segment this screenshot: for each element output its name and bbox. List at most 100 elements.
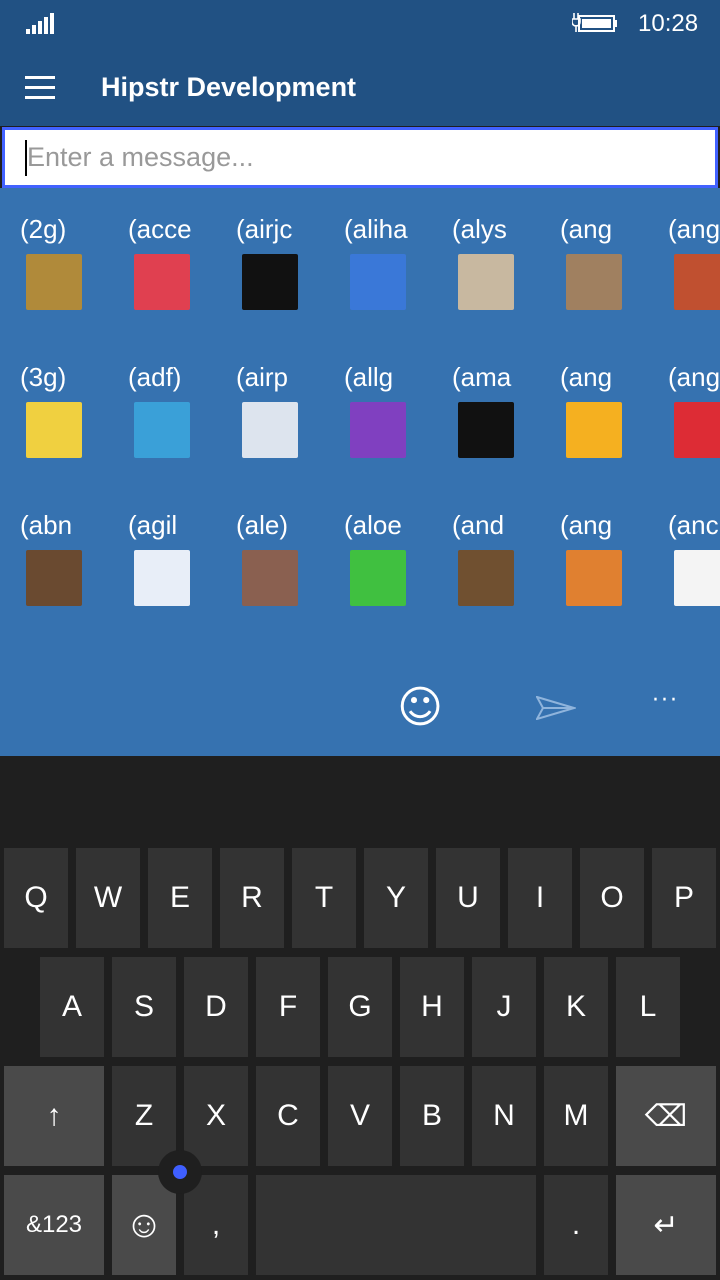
emoticon-item[interactable]: (allg: [344, 362, 444, 472]
emoticon-item[interactable]: (abn: [20, 510, 120, 620]
key-e[interactable]: E: [148, 848, 212, 948]
emoticon-item[interactable]: (ama: [452, 362, 552, 472]
key-m[interactable]: M: [544, 1066, 608, 1166]
emoticon-image: [458, 254, 514, 310]
emoticon-label: (aliha: [344, 214, 408, 244]
space-key[interactable]: [256, 1175, 536, 1275]
emoticon-label: (airjc: [236, 214, 293, 244]
period-key[interactable]: .: [544, 1175, 608, 1275]
signal-bars-icon: [26, 13, 56, 34]
backspace-key[interactable]: ⌫: [616, 1066, 716, 1166]
emoticon-image: [566, 254, 622, 310]
emoticon-image: [242, 254, 298, 310]
enter-key[interactable]: ↵: [616, 1175, 716, 1275]
message-placeholder: Enter a message...: [27, 142, 254, 172]
emoticon-item[interactable]: (anc: [668, 510, 720, 620]
emoticon-item[interactable]: (ang: [560, 214, 660, 324]
status-bar: 10:28: [0, 0, 720, 50]
emoticon-image: [350, 254, 406, 310]
key-i[interactable]: I: [508, 848, 572, 948]
key-n[interactable]: N: [472, 1066, 536, 1166]
emoticon-image: [350, 402, 406, 458]
emoticon-item[interactable]: (ang: [560, 510, 660, 620]
battery-charging-icon: [572, 13, 617, 32]
key-c[interactable]: C: [256, 1066, 320, 1166]
emoticon-item[interactable]: (aloe: [344, 510, 444, 620]
emoticon-image: [674, 550, 720, 606]
emoticon-item[interactable]: (adf): [128, 362, 228, 472]
key-f[interactable]: F: [256, 957, 320, 1057]
key-a[interactable]: A: [40, 957, 104, 1057]
emoticon-item[interactable]: (acce: [128, 214, 228, 324]
key-j[interactable]: J: [472, 957, 536, 1057]
key-q[interactable]: Q: [4, 848, 68, 948]
emoticon-image: [674, 402, 720, 458]
emoticon-item[interactable]: (ang: [668, 362, 720, 472]
emoticon-image: [26, 402, 82, 458]
key-x[interactable]: X: [184, 1066, 248, 1166]
send-icon[interactable]: [536, 696, 576, 720]
emoticon-label: (ang: [560, 362, 613, 392]
comma-key[interactable]: ,: [184, 1175, 248, 1275]
emoticon-item[interactable]: (airjc: [236, 214, 336, 324]
emoticon-image: [134, 254, 190, 310]
shift-key[interactable]: ↑: [4, 1066, 104, 1166]
emoticon-label: (ale): [236, 510, 289, 540]
emoticon-label: (anc: [668, 510, 719, 540]
emoticon-item[interactable]: (aliha: [344, 214, 444, 324]
emoticon-label: (ang: [560, 214, 613, 244]
key-b[interactable]: B: [400, 1066, 464, 1166]
key-d[interactable]: D: [184, 957, 248, 1057]
emoticon-item[interactable]: (and: [452, 510, 552, 620]
emoticon-image: [26, 550, 82, 606]
key-l[interactable]: L: [616, 957, 680, 1057]
emoticon-item[interactable]: (alys: [452, 214, 552, 324]
app-header: Hipstr Development: [0, 50, 720, 126]
emoticon-item[interactable]: (2g): [20, 214, 120, 324]
emoticon-label: (ang: [668, 214, 720, 244]
key-s[interactable]: S: [112, 957, 176, 1057]
key-k[interactable]: K: [544, 957, 608, 1057]
emoticon-item[interactable]: (ang: [668, 214, 720, 324]
emoticon-image: [242, 402, 298, 458]
key-h[interactable]: H: [400, 957, 464, 1057]
emoticon-item[interactable]: (airp: [236, 362, 336, 472]
emoticon-label: (and: [452, 510, 505, 540]
emoticon-image: [350, 550, 406, 606]
clock: 10:28: [638, 10, 699, 37]
message-input[interactable]: Enter a message...: [2, 127, 718, 188]
emoticon-label: (acce: [128, 214, 192, 244]
key-z[interactable]: Z: [112, 1066, 176, 1166]
emoticon-label: (2g): [20, 214, 67, 244]
emoticon-image: [458, 550, 514, 606]
emoticon-label: (ang: [668, 362, 720, 392]
emoticon-label: (aloe: [344, 510, 402, 540]
emoticon-label: (agil: [128, 510, 178, 540]
hamburger-icon[interactable]: [25, 76, 55, 100]
emoticon-item[interactable]: (ang: [560, 362, 660, 472]
key-g[interactable]: G: [328, 957, 392, 1057]
on-screen-keyboard: Q W E R T Y U I O P A S D F G H J K L ↑ Z X C V B N M ⌫ &123 ☺,. ↵: [0, 756, 720, 1280]
key-t[interactable]: T: [292, 848, 356, 948]
emoticon-item[interactable]: (ale): [236, 510, 336, 620]
emoticon-panel: ☺ ··· (2g) (acce (airjc (aliha (alys (ang (ang…: [0, 188, 720, 756]
page-title: Hipstr Development: [101, 72, 357, 102]
key-p[interactable]: P: [652, 848, 716, 948]
emoticon-item[interactable]: (3g): [20, 362, 120, 472]
numbers-key[interactable]: &123: [4, 1175, 104, 1275]
emoticon-label: (adf): [128, 362, 182, 392]
key-r[interactable]: R: [220, 848, 284, 948]
key-w[interactable]: W: [76, 848, 140, 948]
emoticon-item[interactable]: (agil: [128, 510, 228, 620]
more-button[interactable]: ···: [652, 688, 679, 713]
emoji-button[interactable]: ☺: [396, 684, 444, 732]
key-o[interactable]: O: [580, 848, 644, 948]
key-v[interactable]: V: [328, 1066, 392, 1166]
emoticon-label: (3g): [20, 362, 67, 392]
emoticon-image: [134, 550, 190, 606]
emoticon-label: (alys: [452, 214, 507, 244]
cursor-control-handle[interactable]: [158, 1150, 202, 1194]
key-y[interactable]: Y: [364, 848, 428, 948]
emoticon-image: [566, 402, 622, 458]
key-u[interactable]: U: [436, 848, 500, 948]
